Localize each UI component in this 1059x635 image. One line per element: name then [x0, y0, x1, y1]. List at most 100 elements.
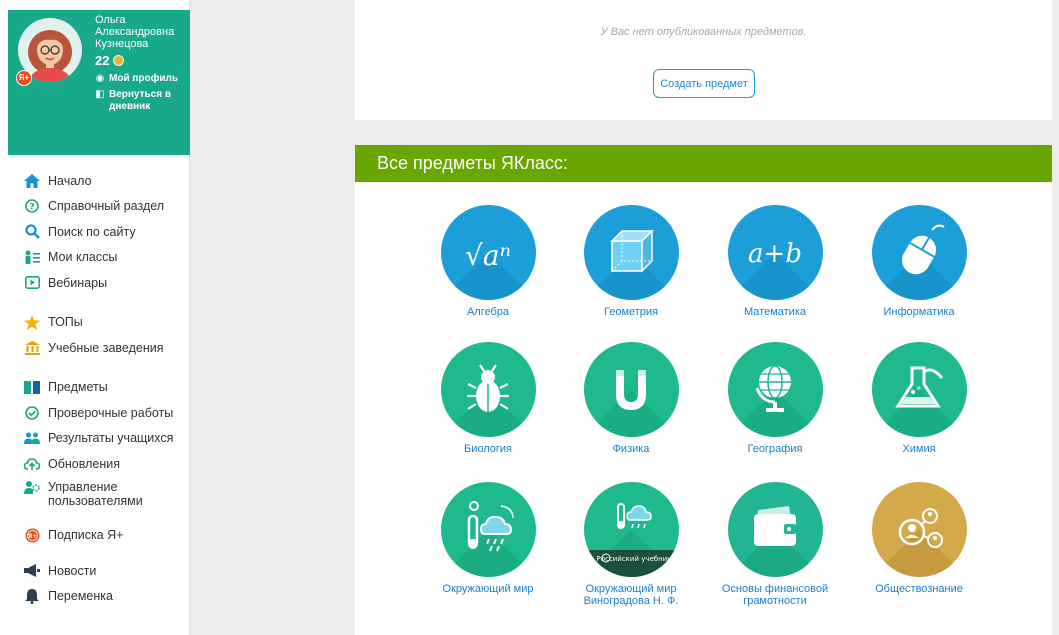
math-icon: a+b [727, 205, 823, 300]
sidebar-item-tests[interactable]: Проверочные работы [0, 400, 190, 426]
empty-subjects-message: У Вас нет опубликованных предметов. [600, 26, 807, 38]
subject-algebra[interactable]: √aⁿ Алгебра [418, 205, 558, 318]
back-to-diary-link[interactable]: ◧ Вернуться в дневник [95, 89, 187, 113]
back-to-diary-label: Вернуться в дневник [109, 89, 171, 112]
sidebar-item-label: Новости [48, 563, 97, 578]
subject-math[interactable]: a+b Математика [705, 205, 845, 318]
subject-geography[interactable]: География [705, 342, 845, 455]
sidebar-item-subscription[interactable]: Я+ Подписка Я+ [0, 523, 190, 549]
subject-informatics[interactable]: Информатика [849, 205, 989, 318]
sidebar-item-help[interactable]: ? Справочный раздел [0, 194, 190, 220]
create-subject-button[interactable]: Создать предмет [653, 69, 755, 98]
subject-world-vinogradova[interactable]: Российский учебник Окружающий мир Виногр… [561, 482, 701, 607]
sidebar-item-subjects[interactable]: Предметы [0, 375, 190, 401]
subscription-badge: Я+ [16, 70, 32, 86]
class-icon [24, 249, 40, 265]
points-value: 22 [95, 53, 110, 68]
cloud-upload-icon [24, 456, 40, 472]
sidebar-item-news[interactable]: Новости [0, 558, 190, 584]
sidebar-item-label: Мои классы [48, 250, 118, 265]
sidebar-item-label: Обновления [48, 456, 120, 471]
svg-text:?: ? [29, 203, 34, 213]
subject-chemistry[interactable]: Химия [849, 342, 989, 455]
subject-geometry[interactable]: Геометрия [561, 205, 701, 318]
search-icon [24, 224, 40, 240]
flask-icon [871, 342, 967, 437]
mouse-icon [871, 205, 967, 300]
points: 22 [95, 53, 125, 68]
sidebar-item-users[interactable]: Управление пользователями [0, 477, 190, 513]
question-icon: ? [24, 198, 40, 214]
user-name: Ольга Александровна Кузнецова [95, 14, 175, 50]
subject-finance[interactable]: Основы финансовой грамотности [705, 482, 845, 607]
subject-social[interactable]: Обществознание [849, 482, 989, 595]
svg-text:Я+: Я+ [27, 533, 37, 540]
sidebar-item-label: Результаты учащихся [48, 431, 174, 446]
subject-label: Биология [463, 443, 512, 455]
sidebar-item-label: Справочный раздел [48, 199, 165, 214]
subject-biology[interactable]: Биология [418, 342, 558, 455]
check-circle-icon [24, 405, 40, 421]
megaphone-icon [24, 563, 40, 579]
wallet-icon [727, 482, 823, 577]
sidebar-item-label: Вебинары [48, 275, 108, 290]
sidebar-item-results[interactable]: Результаты учащихся [0, 426, 190, 452]
subject-label: География [747, 443, 803, 455]
subject-label: Физика [612, 443, 650, 455]
sidebar-item-schools[interactable]: Учебные заведения [0, 335, 190, 361]
weather-icon [440, 482, 536, 577]
subject-label: Основы финансовой грамотности [721, 583, 829, 607]
subject-label: Окружающий мир [442, 583, 534, 595]
cube-icon [583, 205, 679, 300]
sidebar-item-label: Учебные заведения [48, 340, 164, 355]
subject-label: Обществознание [875, 583, 963, 595]
sidebar-item-classes[interactable]: Мои классы [0, 245, 190, 271]
sidebar-item-label: Предметы [48, 380, 108, 395]
sidebar-item-label: Проверочные работы [48, 405, 174, 420]
books-icon [24, 379, 40, 395]
sidebar-item-updates[interactable]: Обновления [0, 451, 190, 477]
sidebar-item-webinars[interactable]: Вебинары [0, 270, 190, 296]
my-profile-label: Мой профиль [109, 73, 179, 84]
magnet-icon [583, 342, 679, 437]
all-subjects-title: Все предметы ЯКласс: [355, 145, 1052, 182]
profile-panel: Я+ Ольга Александровна Кузнецова 22 ◉ Мо… [8, 10, 190, 155]
sidebar-item-label: Поиск по сайту [48, 224, 136, 239]
sidebar-item-tops[interactable]: ТОПы [0, 310, 190, 336]
people-network-icon [871, 482, 967, 577]
coin-icon [113, 55, 125, 66]
star-icon [24, 314, 40, 330]
sidebar-item-search[interactable]: Поиск по сайту [0, 219, 190, 245]
subject-label: Химия [902, 443, 936, 455]
subject-label: Алгебра [466, 306, 510, 318]
user-circle-icon: ◉ [95, 73, 105, 84]
sidebar-item-break[interactable]: Переменка [0, 584, 190, 610]
sidebar-item-label: Переменка [48, 589, 113, 604]
subject-label: Математика [744, 306, 806, 318]
algebra-icon-text: √aⁿ [465, 239, 511, 272]
weather-icon: Российский учебник [583, 482, 679, 577]
all-subjects-card: Все предметы ЯКласс: √aⁿ Алгебра Геометр… [355, 145, 1052, 635]
bug-icon [440, 342, 536, 437]
book-icon: ◧ [95, 89, 105, 100]
sidebar-item-home[interactable]: Начало [0, 168, 190, 194]
user-settings-icon [24, 480, 40, 496]
institution-icon [24, 340, 40, 356]
subject-label: Геометрия [603, 306, 659, 318]
globe-icon [727, 342, 823, 437]
subject-world[interactable]: Окружающий мир [418, 482, 558, 595]
subscription-icon: Я+ [24, 527, 40, 543]
my-profile-link[interactable]: ◉ Мой профиль [95, 73, 178, 85]
sidebar: Я+ Ольга Александровна Кузнецова 22 ◉ Мо… [0, 0, 190, 635]
subject-label: Окружающий мир Виноградова Н. Ф. [583, 583, 679, 607]
subject-physics[interactable]: Физика [561, 342, 701, 455]
sidebar-item-label: ТОПы [48, 315, 83, 330]
sidebar-item-label: Начало [48, 173, 92, 188]
math-icon-text: a+b [748, 239, 802, 269]
bell-icon [24, 588, 40, 604]
home-icon [24, 173, 40, 189]
published-subjects-card: У Вас нет опубликованных предметов. Созд… [355, 0, 1052, 120]
play-icon [24, 275, 40, 291]
users-icon [24, 430, 40, 446]
sidebar-nav: Начало ? Справочный раздел Поиск по сайт… [0, 168, 190, 609]
